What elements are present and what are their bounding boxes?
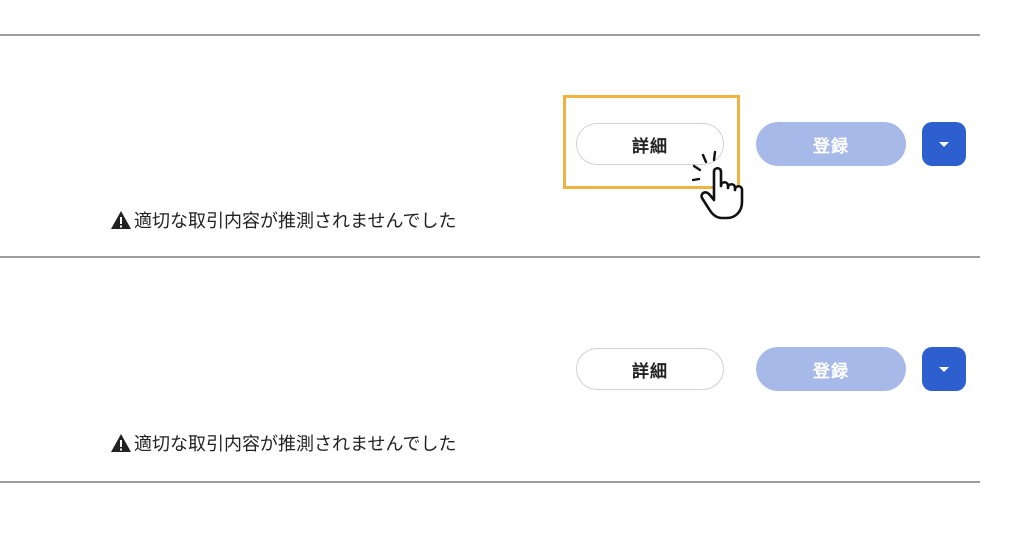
register-button[interactable]: 登録	[756, 347, 906, 391]
divider	[0, 481, 980, 483]
chevron-down-icon	[939, 142, 949, 147]
warning-triangle-icon	[111, 434, 131, 452]
dropdown-button[interactable]	[922, 347, 966, 391]
warning-text: 適切な取引内容が推測されませんでした	[134, 434, 457, 455]
detail-button[interactable]: 詳細	[576, 348, 724, 390]
warning-message: 適切な取引内容が推測されませんでした	[110, 207, 457, 233]
chevron-down-icon	[939, 367, 949, 372]
register-button[interactable]: 登録	[756, 122, 906, 166]
warning-text: 適切な取引内容が推測されませんでした	[134, 211, 457, 232]
transaction-list: 詳細 登録 適切な取引内容が推測されませんでした 詳細 登録 適切な取引内容が推…	[0, 0, 1024, 538]
pointing-hand-cursor-icon	[692, 150, 744, 220]
warning-message: 適切な取引内容が推測されませんでした	[110, 430, 457, 456]
warning-triangle-icon	[111, 211, 131, 229]
divider	[0, 256, 980, 258]
dropdown-button[interactable]	[922, 122, 966, 166]
divider	[0, 34, 980, 36]
